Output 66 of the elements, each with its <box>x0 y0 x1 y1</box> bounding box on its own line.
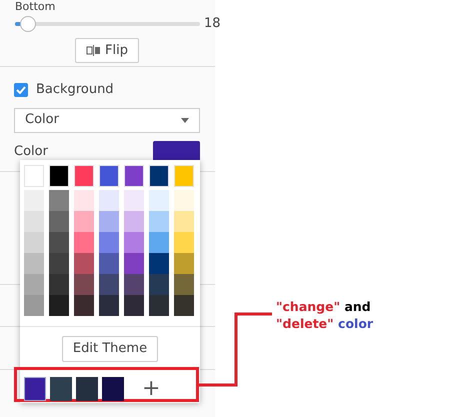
color-swatch[interactable] <box>99 165 119 187</box>
fill-type-select[interactable]: Color <box>14 108 200 132</box>
color-swatch[interactable] <box>99 274 119 295</box>
color-swatch[interactable] <box>124 253 144 274</box>
color-swatch[interactable] <box>174 232 194 253</box>
color-swatch[interactable] <box>174 253 194 274</box>
checkbox-label: Background <box>36 81 114 99</box>
slider-label: Bottom <box>15 0 56 13</box>
color-swatch[interactable] <box>74 295 94 316</box>
color-swatch[interactable] <box>49 165 69 187</box>
color-swatch[interactable] <box>24 376 46 400</box>
color-swatch[interactable] <box>124 190 144 211</box>
color-swatch[interactable] <box>50 376 72 400</box>
color-swatch[interactable] <box>24 190 44 211</box>
color-swatch[interactable] <box>149 211 169 232</box>
color-swatch[interactable] <box>74 165 94 187</box>
color-swatch[interactable] <box>174 165 194 187</box>
color-swatch[interactable] <box>124 274 144 295</box>
color-swatch[interactable] <box>74 232 94 253</box>
color-swatch[interactable] <box>49 253 69 274</box>
color-swatch[interactable] <box>74 274 94 295</box>
color-swatch[interactable] <box>174 295 194 316</box>
slider-value: 18 <box>204 15 221 33</box>
edit-theme-button[interactable]: Edit Theme <box>62 336 158 362</box>
annotation-text: "change" and "delete" color <box>276 298 374 332</box>
color-swatch[interactable] <box>24 295 44 316</box>
color-swatch[interactable] <box>49 211 69 232</box>
color-swatch[interactable] <box>99 211 119 232</box>
color-swatch[interactable] <box>74 190 94 211</box>
flip-button[interactable]: Flip <box>75 38 139 63</box>
color-swatch[interactable] <box>24 232 44 253</box>
color-swatch[interactable] <box>24 274 44 295</box>
color-swatch[interactable] <box>24 253 44 274</box>
color-swatch[interactable] <box>99 253 119 274</box>
color-swatch[interactable] <box>99 295 119 316</box>
color-swatch[interactable] <box>102 376 124 400</box>
color-swatch[interactable] <box>149 190 169 211</box>
color-swatch[interactable] <box>74 253 94 274</box>
color-swatch[interactable] <box>124 295 144 316</box>
color-swatch[interactable] <box>49 274 69 295</box>
slider[interactable] <box>15 16 200 32</box>
color-swatch[interactable] <box>124 232 144 253</box>
color-swatch[interactable] <box>149 295 169 316</box>
color-swatch[interactable] <box>24 165 44 187</box>
color-swatch[interactable] <box>149 274 169 295</box>
color-swatch[interactable] <box>99 190 119 211</box>
caret-icon <box>181 118 189 122</box>
color-swatch[interactable] <box>49 232 69 253</box>
color-swatch[interactable] <box>76 376 98 400</box>
flip-icon <box>86 44 101 56</box>
checkbox[interactable] <box>14 82 28 97</box>
color-swatch[interactable] <box>74 211 94 232</box>
color-swatch[interactable] <box>49 295 69 316</box>
color-swatch[interactable] <box>174 211 194 232</box>
color-swatch[interactable] <box>174 274 194 295</box>
color-swatch[interactable] <box>149 232 169 253</box>
add-color-button[interactable]: + <box>136 378 166 400</box>
color-swatch[interactable] <box>174 190 194 211</box>
color-swatch[interactable] <box>149 165 169 187</box>
color-swatch[interactable] <box>49 190 69 211</box>
color-swatch[interactable] <box>124 211 144 232</box>
color-label: Color <box>14 143 48 162</box>
color-swatch[interactable] <box>149 253 169 274</box>
color-swatch[interactable] <box>124 165 144 187</box>
color-swatch[interactable] <box>24 211 44 232</box>
color-swatch[interactable] <box>99 232 119 253</box>
